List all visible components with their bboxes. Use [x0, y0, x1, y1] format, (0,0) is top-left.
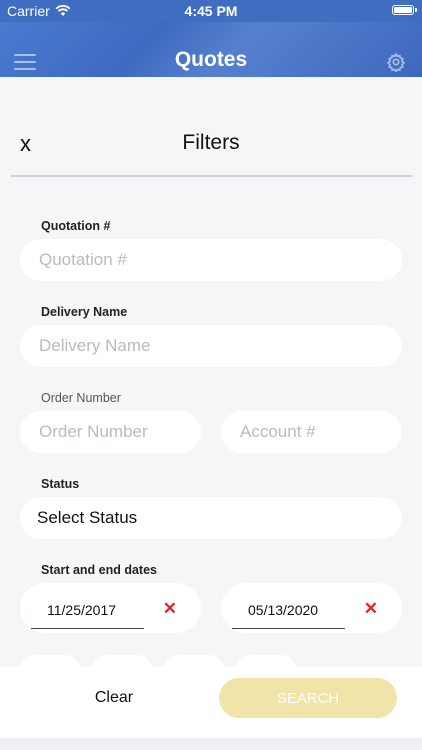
dates-label: Start and end dates: [41, 563, 157, 577]
start-date-field[interactable]: 11/25/2017 ✕: [20, 583, 201, 633]
search-button[interactable]: SEARCH: [219, 678, 397, 718]
status-selected-value: Select Status: [37, 508, 138, 527]
clear-start-date-icon[interactable]: ✕: [163, 599, 177, 619]
delivery-name-label: Delivery Name: [41, 305, 128, 319]
quotation-label: Quotation #: [41, 219, 111, 233]
header-divider: [11, 175, 412, 177]
battery-icon: [392, 5, 417, 15]
clear-end-date-icon[interactable]: ✕: [364, 599, 378, 619]
status-select[interactable]: Select Status: [20, 497, 402, 539]
start-date-underline: [31, 628, 144, 629]
action-bar: Clear SEARCH: [0, 667, 422, 738]
gear-icon[interactable]: [386, 52, 406, 72]
order-number-label: Order Number: [41, 391, 121, 405]
order-number-field[interactable]: [20, 411, 201, 453]
status-bar: Carrier 4:45 PM: [0, 0, 422, 22]
status-label: Status: [41, 477, 80, 491]
delivery-name-field[interactable]: [20, 325, 402, 367]
delivery-name-input[interactable]: [37, 335, 402, 357]
clear-button[interactable]: Clear: [54, 689, 174, 707]
filters-panel: [0, 77, 422, 667]
quotation-field[interactable]: [20, 239, 402, 281]
filters-title: Filters: [182, 131, 240, 154]
account-field[interactable]: [221, 411, 402, 453]
start-date-value: 11/25/2017: [47, 602, 117, 618]
account-input[interactable]: [238, 421, 402, 443]
home-indicator-area: [0, 738, 422, 750]
navigation-bar: Quotes: [0, 22, 422, 77]
end-date-field[interactable]: 05/13/2020 ✕: [221, 583, 402, 633]
page-title: Quotes: [174, 48, 248, 71]
clock: 4:45 PM: [184, 3, 238, 19]
end-date-value: 05/13/2020: [248, 602, 319, 618]
quotation-input[interactable]: [37, 249, 402, 271]
end-date-underline: [232, 628, 345, 629]
order-number-input[interactable]: [37, 421, 201, 443]
